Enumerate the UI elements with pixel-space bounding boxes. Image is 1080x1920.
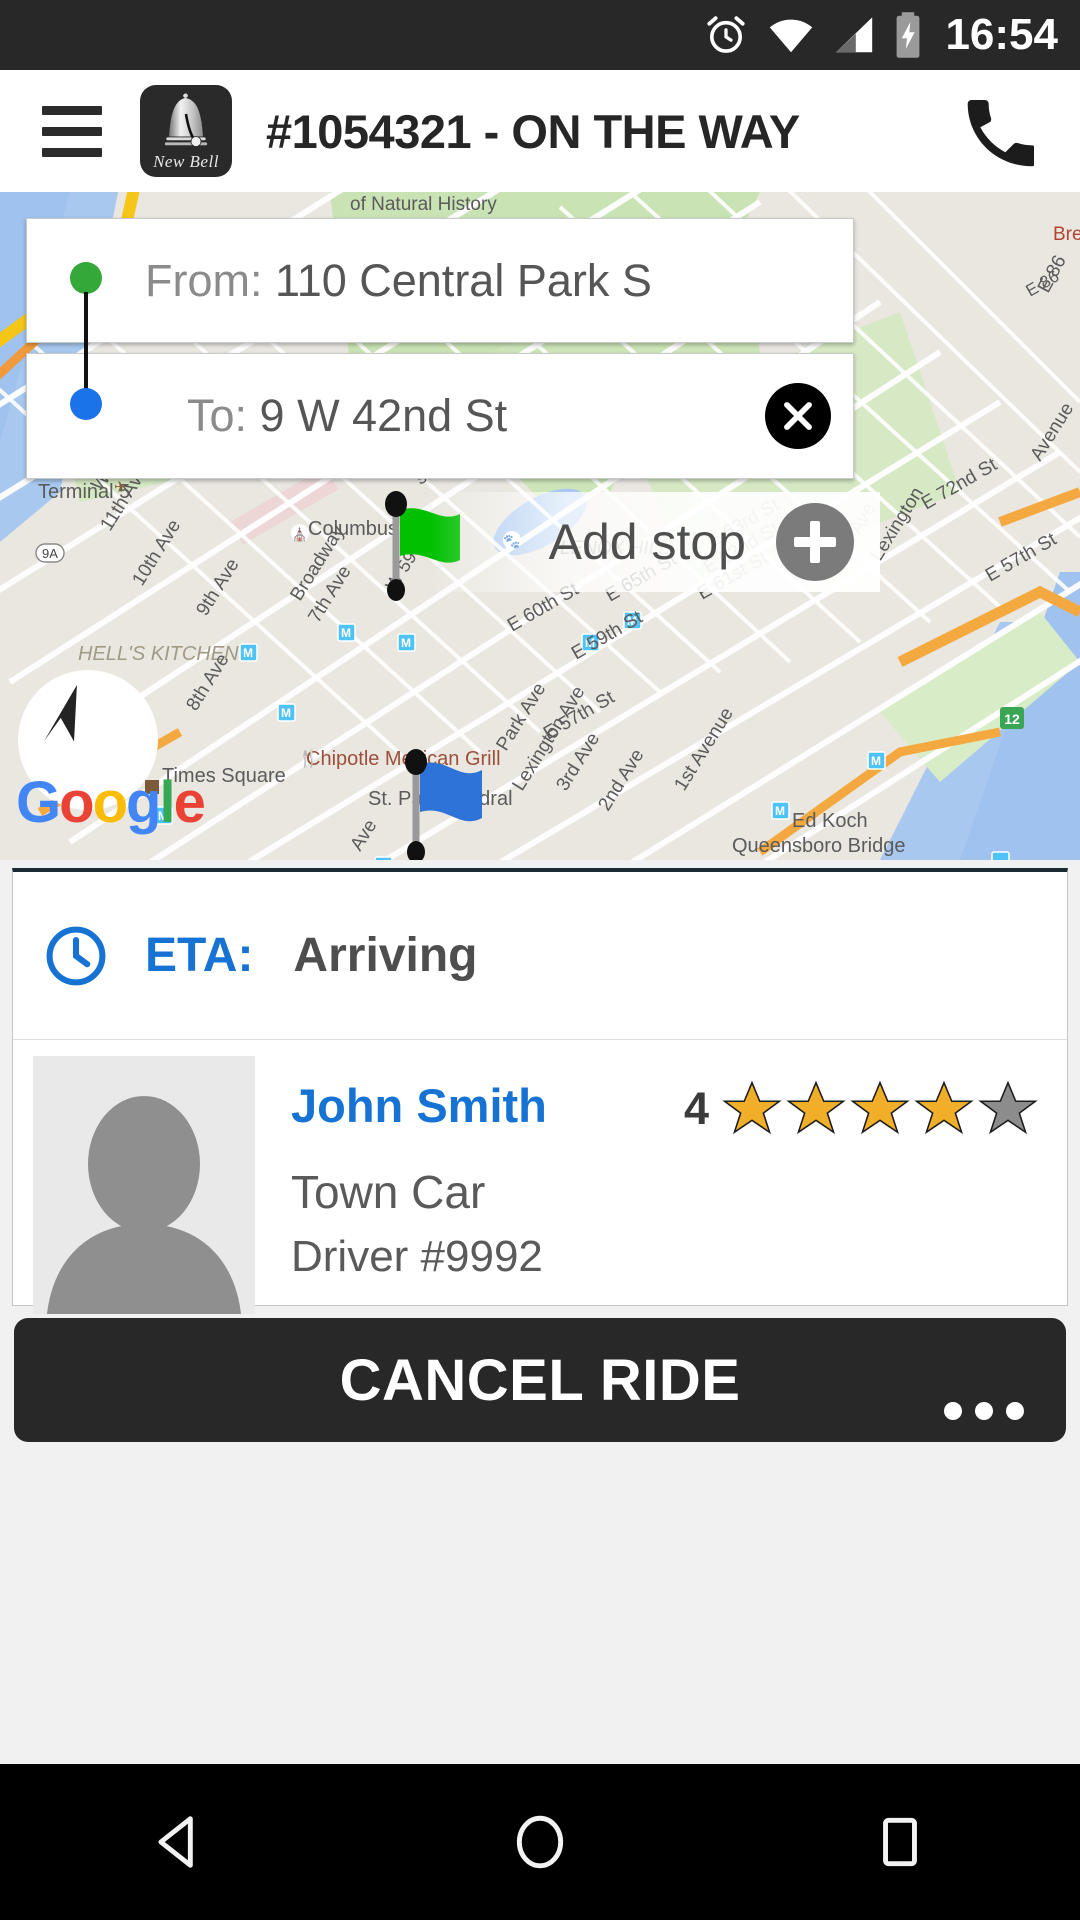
svg-text:12: 12 [1004,711,1020,727]
pickup-address-text: From: 110 Central Park S [145,255,652,307]
svg-text:of Natural History: of Natural History [350,194,497,215]
driver-id: Driver #9992 [291,1232,543,1281]
svg-text:Ed Koch: Ed Koch [792,810,868,832]
recents-square-icon[interactable] [820,1787,980,1897]
star-filled-icon [914,1080,974,1135]
wifi-icon [770,19,813,53]
svg-text:Bre: Bre [1053,224,1080,245]
dropoff-address-field[interactable]: To: 9 W 42nd St [26,353,854,479]
cancel-ride-button[interactable]: CANCEL RIDE [14,1318,1066,1442]
phone-screen: 16:54 New Bell #1054321 - ON THE WAY M M… [0,0,1080,1920]
rating-value: 4 [683,1083,709,1134]
star-filled-icon [786,1080,846,1135]
back-triangle-icon[interactable] [100,1787,260,1897]
svg-text:M: M [341,626,351,640]
bell-logo-icon: New Bell [140,85,232,177]
svg-text:M: M [158,809,168,823]
svg-text:M: M [775,804,785,818]
driver-info: John Smith Town Car Driver #9992 4 [255,1056,1067,1308]
star-filled-icon [722,1080,782,1135]
ride-details-sheet: ETA: Arriving John Smith Town Car Driver… [12,868,1068,1314]
more-options-icon[interactable] [944,1402,1024,1420]
svg-text:🍴: 🍴 [298,748,319,769]
rating-stars [721,1078,1039,1140]
eta-label: ETA: [145,929,254,982]
route-address-panel: From: 110 Central Park S To: 9 W 42nd St [26,218,854,479]
svg-text:M: M [871,754,881,768]
svg-text:✈: ✈ [114,479,127,496]
hamburger-menu-icon[interactable] [42,105,102,157]
pickup-value: 110 Central Park S [275,254,652,306]
home-circle-icon[interactable] [460,1787,620,1897]
person-placeholder-avatar [33,1056,255,1314]
android-navigation-bar [0,1764,1080,1920]
driver-vehicle: Town Car [291,1166,486,1218]
close-x-icon[interactable] [765,383,831,449]
svg-text:⛪: ⛪ [292,526,308,542]
app-bar: New Bell #1054321 - ON THE WAY [0,70,1080,192]
alarm-icon [707,16,746,53]
dropoff-address-text: To: 9 W 42nd St [187,390,507,442]
svg-text:M: M [281,706,291,720]
eta-value: Arriving [293,929,478,982]
phone-call-icon[interactable] [958,92,1036,170]
svg-text:M: M [243,646,253,660]
eta-row: ETA: Arriving [13,872,1067,1040]
plus-icon [776,503,854,581]
svg-text:Times Square: Times Square [162,765,286,787]
add-stop-button[interactable]: Add stop [430,492,880,592]
dropoff-label: To: [187,390,248,441]
svg-text:Chipotle Mexican Grill: Chipotle Mexican Grill [306,748,501,770]
svg-text:M: M [401,636,411,650]
star-empty-icon [978,1080,1038,1135]
driver-row: John Smith Town Car Driver #9992 4 [13,1040,1067,1314]
page-title: #1054321 - ON THE WAY [266,104,800,158]
status-bar-clock: 16:54 [945,10,1058,59]
dropoff-value: 9 W 42nd St [259,390,508,441]
pickup-address-field[interactable]: From: 110 Central Park S [26,218,854,343]
status-bar: 16:54 [0,0,1080,70]
battery-charging-icon [897,12,920,58]
add-stop-label: Add stop [548,514,746,570]
driver-rating: 4 [684,1078,1039,1140]
navigation-arrow-icon [44,685,77,742]
logo-wordmark: New Bell [153,152,219,171]
my-location-button[interactable] [18,670,158,810]
clock-icon [46,926,106,985]
star-filled-icon [850,1080,910,1135]
svg-text:Queensboro Bridge: Queensboro Bridge [732,835,905,857]
pickup-label: From: [145,254,263,306]
svg-text:9A: 9A [42,546,58,561]
cancel-ride-label: CANCEL RIDE [339,1347,741,1413]
signal-icon [836,17,873,53]
